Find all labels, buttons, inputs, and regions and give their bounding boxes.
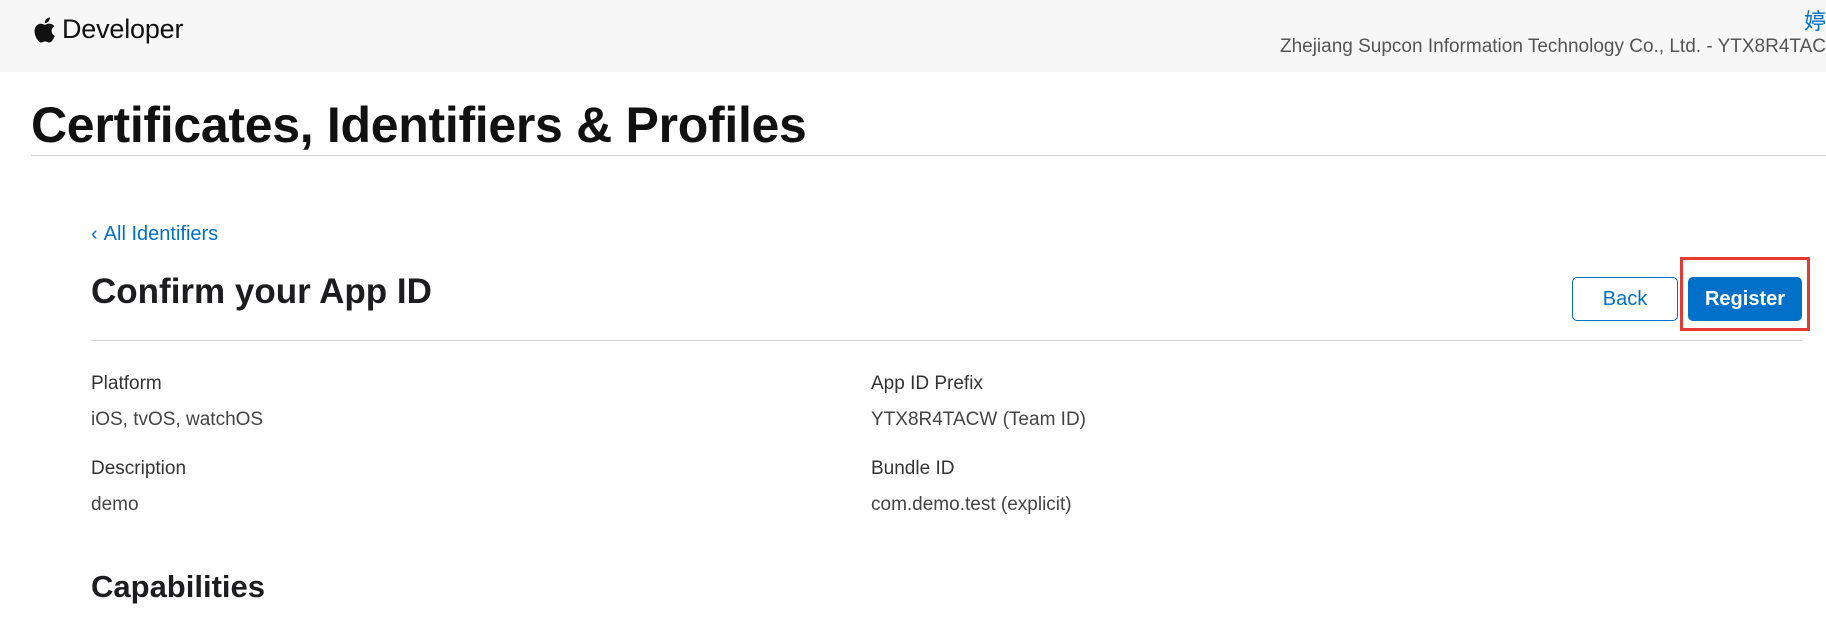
platform-label: Platform <box>91 373 162 394</box>
chevron-left-icon: ‹ <box>91 223 98 245</box>
platform-value: iOS, tvOS, watchOS <box>91 409 264 430</box>
app-id-prefix-value: YTX8R4TACW (Team ID) <box>871 409 1087 430</box>
apple-logo-icon <box>34 16 55 43</box>
title-divider <box>31 155 1826 156</box>
capabilities-heading: Capabilities <box>91 569 265 604</box>
brand-text: Developer <box>62 14 184 44</box>
bundle-id-value: com.demo.test (explicit) <box>871 494 1072 515</box>
account-menu[interactable]: 婷 <box>1804 4 1826 36</box>
section-divider <box>91 340 1802 341</box>
app-id-prefix-label: App ID Prefix <box>871 373 983 394</box>
page-title: Certificates, Identifiers & Profiles <box>31 97 807 153</box>
developer-home-link[interactable]: Developer <box>32 14 183 45</box>
description-value: demo <box>91 494 139 515</box>
description-label: Description <box>91 458 187 479</box>
bundle-id-label: Bundle ID <box>871 458 955 479</box>
back-button[interactable]: Back <box>1572 277 1678 321</box>
confirm-app-id-heading: Confirm your App ID <box>91 272 432 311</box>
register-button[interactable]: Register <box>1688 277 1802 321</box>
top-navigation-bar: Developer 婷 Zhejiang Supcon Information … <box>0 0 1826 72</box>
all-identifiers-link[interactable]: ‹ All Identifiers <box>91 223 218 246</box>
all-identifiers-label: All Identifiers <box>103 223 219 245</box>
team-name: Zhejiang Supcon Information Technology C… <box>1279 36 1826 57</box>
